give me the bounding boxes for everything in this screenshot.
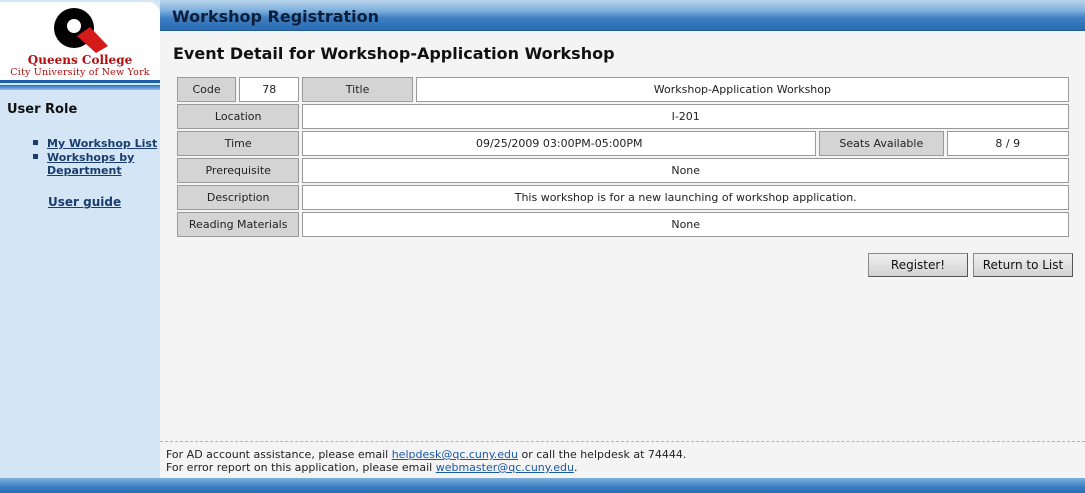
sidebar-item-my-workshop-list: My Workshop List xyxy=(33,137,163,150)
footer-text: or call the helpdesk at 74444. xyxy=(518,448,687,461)
prerequisite-label: Prerequisite xyxy=(177,158,300,183)
user-role-heading: User Role xyxy=(7,102,78,117)
location-value: I-201 xyxy=(302,104,1069,129)
prerequisite-value: None xyxy=(302,158,1069,183)
time-value: 09/25/2009 03:00PM-05:00PM xyxy=(302,131,817,156)
footer-bar xyxy=(0,478,1085,493)
table-row: Prerequisite None xyxy=(177,158,1069,183)
footer-line-helpdesk: For AD account assistance, please email … xyxy=(166,448,686,461)
location-label: Location xyxy=(177,104,300,129)
footer-text: . xyxy=(573,461,578,474)
seats-available-value: 8 / 9 xyxy=(946,131,1069,156)
footer: For AD account assistance, please email … xyxy=(166,448,686,474)
table-row: Description This workshop is for a new l… xyxy=(177,185,1069,210)
title-value: Workshop-Application Workshop xyxy=(415,77,1069,102)
sidebar-divider xyxy=(0,85,160,90)
table-row: Location I-201 xyxy=(177,104,1069,129)
college-logo: Queens College City University of New Yo… xyxy=(0,2,160,83)
return-to-list-button[interactable]: Return to List xyxy=(973,253,1073,277)
app-title: Workshop Registration xyxy=(172,7,380,26)
footer-line-webmaster: For error report on this application, pl… xyxy=(166,461,686,474)
header-bar xyxy=(0,0,1085,31)
table-row: Time 09/25/2009 03:00PM-05:00PM Seats Av… xyxy=(177,131,1069,156)
table-row: Reading Materials None xyxy=(177,212,1069,237)
sidebar: Queens College City University of New Yo… xyxy=(0,0,160,478)
page-title: Event Detail for Workshop-Application Wo… xyxy=(173,44,615,63)
title-label: Title xyxy=(302,77,413,102)
footer-divider xyxy=(160,441,1085,442)
sidebar-item-workshops-by-department: Workshops by Department xyxy=(33,151,163,177)
description-label: Description xyxy=(177,185,300,210)
event-detail-table: Code 78 Title Workshop-Application Works… xyxy=(174,75,1072,239)
footer-text: For error report on this application, pl… xyxy=(166,461,436,474)
time-label: Time xyxy=(177,131,300,156)
sidebar-nav: My Workshop List Workshops by Department xyxy=(33,137,163,177)
webmaster-email-link[interactable]: webmaster@qc.cuny.edu xyxy=(436,461,574,474)
queens-college-logo-icon xyxy=(54,8,108,53)
description-value: This workshop is for a new launching of … xyxy=(302,185,1069,210)
table-row: Code 78 Title Workshop-Application Works… xyxy=(177,77,1069,102)
seats-available-label: Seats Available xyxy=(819,131,944,156)
helpdesk-email-link[interactable]: helpdesk@qc.cuny.edu xyxy=(392,448,518,461)
logo-subtitle: City University of New York xyxy=(10,67,150,78)
code-label: Code xyxy=(177,77,237,102)
my-workshop-list-link[interactable]: My Workshop List xyxy=(47,137,157,150)
reading-materials-value: None xyxy=(302,212,1069,237)
reading-materials-label: Reading Materials xyxy=(177,212,300,237)
footer-text: For AD account assistance, please email xyxy=(166,448,392,461)
code-value: 78 xyxy=(239,77,300,102)
register-button[interactable]: Register! xyxy=(868,253,968,277)
logo-name: Queens College xyxy=(27,53,133,67)
user-guide-link[interactable]: User guide xyxy=(48,195,121,209)
workshops-by-department-link[interactable]: Workshops by Department xyxy=(47,151,163,177)
